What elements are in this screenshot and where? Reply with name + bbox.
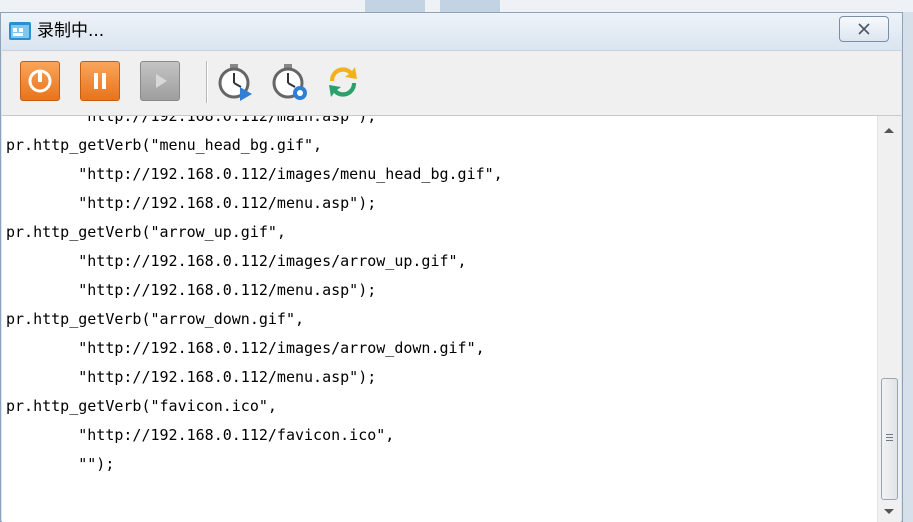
code-line: "http://192.168.0.112/images/arrow_down.… — [6, 339, 485, 357]
code-line: "http://192.168.0.112/menu.asp"); — [6, 194, 377, 212]
code-line: ""); — [6, 455, 115, 473]
code-line: pr.http_getVerb("arrow_up.gif", — [6, 223, 286, 241]
grip-line — [886, 434, 893, 435]
refresh-icon — [329, 67, 357, 97]
code-line: "http://192.168.0.112/images/arrow_up.gi… — [6, 252, 467, 270]
power-icon — [28, 69, 52, 93]
stopwatch-record-icon — [272, 64, 307, 100]
grip-line — [886, 440, 893, 441]
code-line: "http://192.168.0.112/main.asp"); — [6, 116, 377, 125]
vertical-scrollbar[interactable] — [877, 116, 901, 522]
title-bar[interactable]: 录制中... — [1, 13, 902, 49]
play-icon — [156, 74, 167, 88]
scroll-down-arrow-icon[interactable] — [884, 509, 894, 514]
stopwatch-play-icon — [218, 64, 252, 101]
code-line: pr.http_getVerb("menu_head_bg.gif", — [6, 136, 323, 154]
timer-play-button[interactable] — [214, 61, 254, 101]
code-line: "http://192.168.0.112/images/menu_head_b… — [6, 165, 503, 183]
code-line: pr.http_getVerb("favicon.ico", — [6, 397, 277, 415]
toolbar — [2, 50, 901, 116]
close-icon — [858, 23, 870, 35]
grip-line — [886, 437, 893, 438]
scroll-up-arrow-icon[interactable] — [884, 128, 894, 133]
recording-window: 录制中... "http://192.168.0.112/main.asp");… — [0, 12, 903, 522]
play-button[interactable] — [140, 61, 180, 101]
toolbar-separator — [206, 61, 208, 103]
refresh-button[interactable] — [322, 61, 362, 101]
timer-record-button[interactable] — [268, 61, 308, 101]
code-line: pr.http_getVerb("arrow_down.gif", — [6, 310, 305, 328]
pause-button[interactable] — [80, 61, 120, 101]
script-code-view[interactable]: "http://192.168.0.112/main.asp"); pr.htt… — [2, 116, 877, 522]
code-line: "http://192.168.0.112/menu.asp"); — [6, 281, 377, 299]
app-icon — [9, 22, 31, 40]
window-title: 录制中... — [37, 21, 105, 41]
pause-icon — [94, 73, 106, 89]
stop-button[interactable] — [20, 61, 60, 101]
scroll-thumb[interactable] — [881, 378, 898, 500]
close-button[interactable] — [839, 16, 889, 42]
code-line: "http://192.168.0.112/favicon.ico", — [6, 426, 395, 444]
code-line: "http://192.168.0.112/menu.asp"); — [6, 368, 377, 386]
